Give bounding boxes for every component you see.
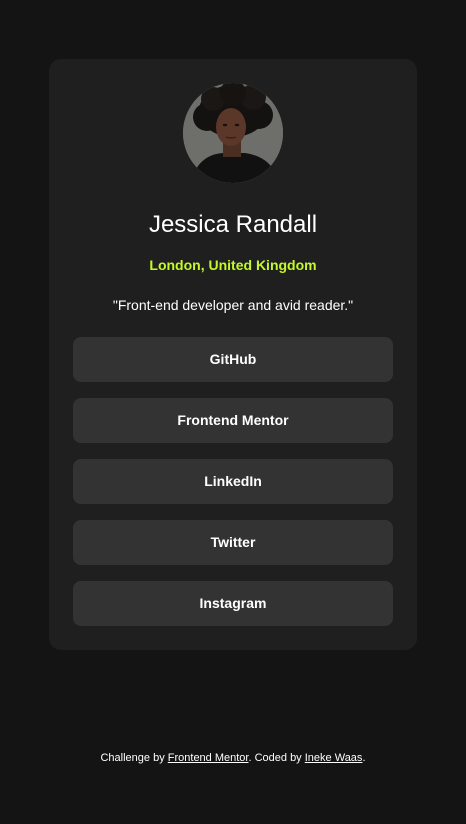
avatar (183, 83, 283, 183)
challenge-link[interactable]: Frontend Mentor (168, 752, 249, 764)
instagram-link-button[interactable]: Instagram (73, 581, 393, 626)
attribution-footer: Challenge by Frontend Mentor. Coded by I… (0, 751, 466, 765)
frontend-mentor-link-button[interactable]: Frontend Mentor (73, 398, 393, 443)
profile-card: Jessica Randall London, United Kingdom "… (49, 59, 417, 650)
profile-location: London, United Kingdom (149, 257, 317, 273)
footer-prefix: Challenge by (100, 752, 168, 764)
footer-middle: . Coded by (248, 752, 305, 764)
linkedin-link-button[interactable]: LinkedIn (73, 459, 393, 504)
avatar-image (183, 83, 283, 183)
author-link[interactable]: Ineke Waas (305, 752, 363, 764)
social-links: GitHub Frontend Mentor LinkedIn Twitter … (73, 337, 393, 642)
github-link-button[interactable]: GitHub (73, 337, 393, 382)
profile-bio: "Front-end developer and avid reader." (112, 297, 354, 313)
footer-suffix: . (362, 752, 366, 764)
twitter-link-button[interactable]: Twitter (73, 520, 393, 565)
profile-name: Jessica Randall (148, 211, 318, 238)
